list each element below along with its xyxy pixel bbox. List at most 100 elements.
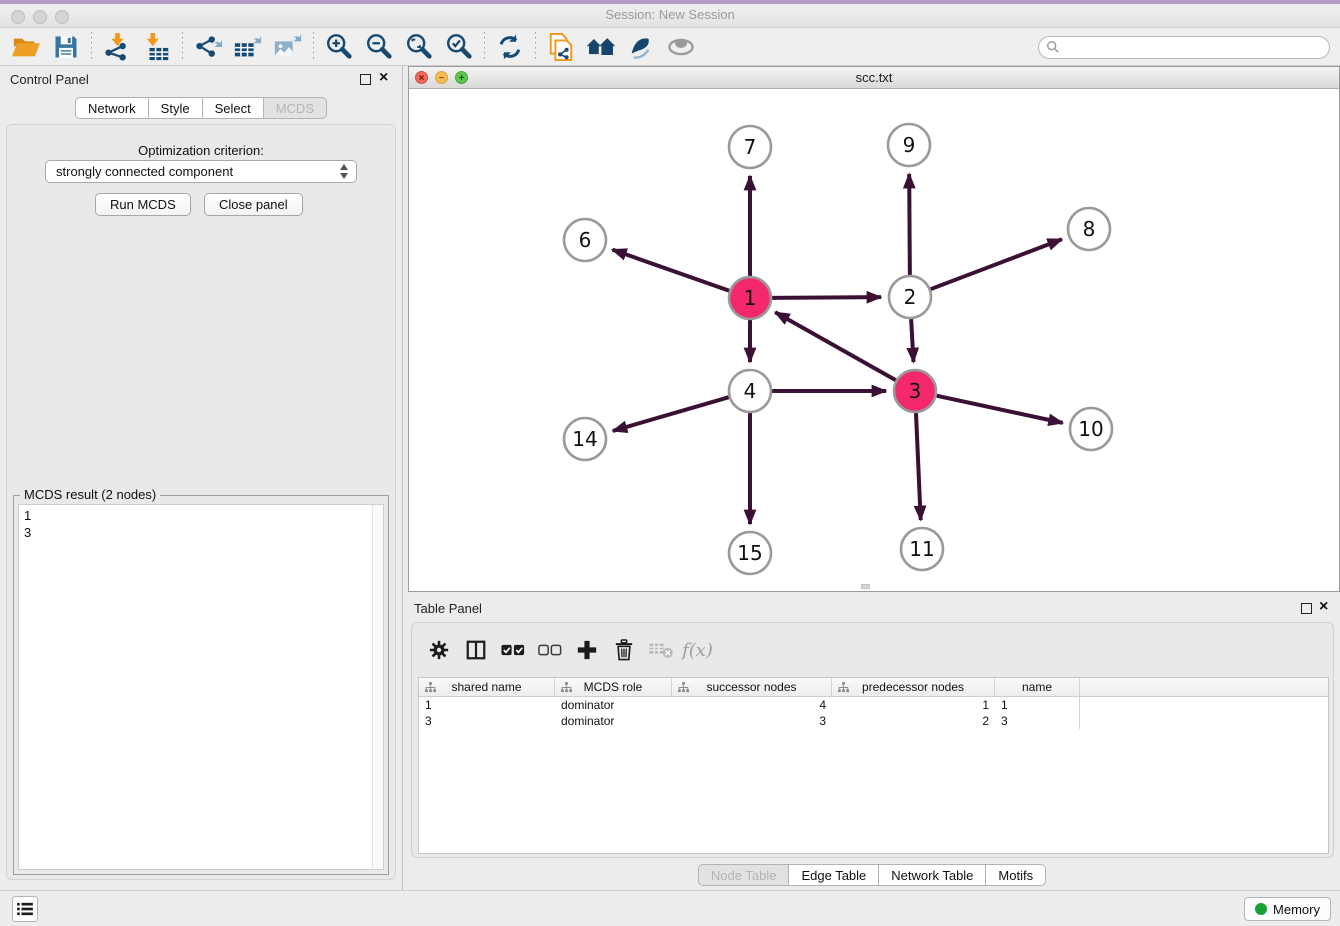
select-all-button[interactable] — [494, 633, 531, 667]
close-panel-button[interactable]: Close panel — [204, 193, 303, 216]
column-header-mcds-role[interactable]: MCDS role — [555, 678, 672, 696]
hierarchy-icon — [425, 682, 436, 693]
memory-button[interactable]: Memory — [1244, 897, 1331, 921]
fx-icon: f(x) — [682, 640, 713, 661]
graph-node-label-8: 8 — [1083, 217, 1096, 241]
delete-column-button[interactable] — [605, 633, 642, 667]
criterion-value: strongly connected component — [56, 164, 233, 179]
graph-edge-2-3[interactable] — [911, 319, 913, 362]
gear-icon — [428, 639, 450, 661]
add-column-button[interactable] — [568, 633, 605, 667]
zoom-selected-button[interactable] — [439, 30, 479, 64]
toolbar-separator — [313, 32, 314, 62]
close-panel-icon[interactable]: × — [1319, 598, 1328, 616]
network-graph[interactable]: 7968124314101511 — [409, 89, 1339, 591]
graph-edge-3-11[interactable] — [916, 413, 921, 520]
graph-edge-2-8[interactable] — [931, 239, 1062, 289]
import-network-button[interactable] — [97, 30, 137, 64]
network-canvas[interactable]: 7968124314101511 — [409, 89, 1339, 591]
cell-predecessor-nodes: 1 — [832, 697, 995, 713]
export-network-icon — [193, 32, 223, 62]
close-panel-icon[interactable]: × — [379, 69, 388, 87]
plus-icon — [576, 639, 598, 661]
search-input[interactable] — [1038, 36, 1330, 59]
import-table-button[interactable] — [137, 30, 177, 64]
list-icon — [17, 902, 33, 916]
column-label: name — [1022, 680, 1052, 694]
graph-edge-3-1[interactable] — [775, 312, 896, 380]
cell-name: 1 — [995, 697, 1080, 713]
function-builder-button[interactable]: f(x) — [679, 633, 716, 667]
mcds-tab-content: Optimization criterion: strongly connect… — [6, 124, 396, 880]
refresh-icon — [496, 33, 524, 61]
mcds-result-text[interactable]: 1 3 — [18, 504, 384, 870]
status-bar: Memory — [0, 890, 1340, 926]
columns-icon — [465, 639, 487, 661]
mcds-result-title: MCDS result (2 nodes) — [20, 487, 160, 502]
table-row[interactable]: 3 dominator 3 2 3 — [419, 713, 1328, 729]
duplicate-network-button[interactable] — [541, 30, 581, 64]
delete-table-button[interactable] — [642, 633, 679, 667]
toolbar-separator — [535, 32, 536, 62]
tab-node-table[interactable]: Node Table — [698, 864, 790, 886]
refresh-layout-button[interactable] — [490, 30, 530, 64]
float-panel-icon[interactable] — [1301, 603, 1312, 614]
table-panel-tabs: Node Table Edge Table Network Table Moti… — [404, 864, 1340, 886]
result-scrollbar[interactable] — [372, 505, 383, 869]
column-header-predecessor-nodes[interactable]: predecessor nodes — [832, 678, 995, 696]
show-graphics-details-button[interactable] — [621, 30, 661, 64]
graph-node-label-15: 15 — [737, 541, 762, 565]
open-session-button[interactable] — [6, 30, 46, 64]
show-graphics-details-icon — [626, 33, 656, 61]
table-row[interactable]: 1 dominator 4 1 1 — [419, 697, 1328, 713]
tab-edge-table[interactable]: Edge Table — [789, 864, 879, 886]
graph-edge-1-6[interactable] — [612, 250, 729, 291]
home-layouts-button[interactable] — [581, 30, 621, 64]
task-history-button[interactable] — [12, 896, 38, 922]
float-panel-icon[interactable] — [360, 74, 371, 85]
export-network-button[interactable] — [188, 30, 228, 64]
criterion-dropdown[interactable]: strongly connected component — [45, 160, 357, 183]
graph-node-label-4: 4 — [744, 379, 757, 403]
table-toolbar: f(x) — [420, 631, 716, 669]
graph-edge-3-10[interactable] — [937, 396, 1063, 423]
tab-motifs[interactable]: Motifs — [986, 864, 1046, 886]
column-header-successor-nodes[interactable]: successor nodes — [672, 678, 832, 696]
tab-network-table[interactable]: Network Table — [879, 864, 986, 886]
checked-boxes-icon — [501, 643, 525, 657]
graph-edge-1-2[interactable] — [772, 297, 881, 298]
export-image-button[interactable] — [268, 30, 308, 64]
zoom-in-button[interactable] — [319, 30, 359, 64]
table-settings-button[interactable] — [420, 633, 457, 667]
zoom-fit-button[interactable] — [399, 30, 439, 64]
export-table-button[interactable] — [228, 30, 268, 64]
column-header-shared-name[interactable]: shared name — [419, 678, 555, 696]
cell-shared-name: 3 — [419, 713, 555, 729]
mcds-result-box: MCDS result (2 nodes) 1 3 — [13, 495, 389, 875]
tab-mcds[interactable]: MCDS — [264, 97, 327, 119]
run-mcds-button[interactable]: Run MCDS — [95, 193, 191, 216]
deselect-all-button[interactable] — [531, 633, 568, 667]
tab-select[interactable]: Select — [203, 97, 264, 119]
graph-edge-2-9[interactable] — [909, 174, 910, 275]
window-title: Session: New Session — [0, 7, 1340, 22]
control-panel-title: Control Panel — [10, 72, 89, 87]
tab-network[interactable]: Network — [75, 97, 149, 119]
column-label: predecessor nodes — [862, 680, 964, 694]
column-header-name[interactable]: name — [995, 678, 1080, 696]
graph-node-label-9: 9 — [903, 133, 916, 157]
graph-edge-4-14[interactable] — [613, 397, 729, 431]
tab-style[interactable]: Style — [149, 97, 203, 119]
network-window-titlebar[interactable]: × − + scc.txt — [409, 67, 1339, 89]
zoom-fit-icon — [404, 32, 434, 62]
trash-icon — [614, 639, 634, 661]
table-header-row: shared name MCDS role successor nodes pr… — [419, 678, 1328, 697]
zoom-out-button[interactable] — [359, 30, 399, 64]
split-view-button[interactable] — [457, 633, 494, 667]
canvas-resize-grip[interactable] — [861, 584, 870, 589]
memory-status-icon — [1255, 903, 1267, 915]
birds-eye-view-button[interactable] — [661, 30, 701, 64]
import-network-icon — [102, 32, 132, 62]
save-session-button[interactable] — [46, 30, 86, 64]
cell-shared-name: 1 — [419, 697, 555, 713]
